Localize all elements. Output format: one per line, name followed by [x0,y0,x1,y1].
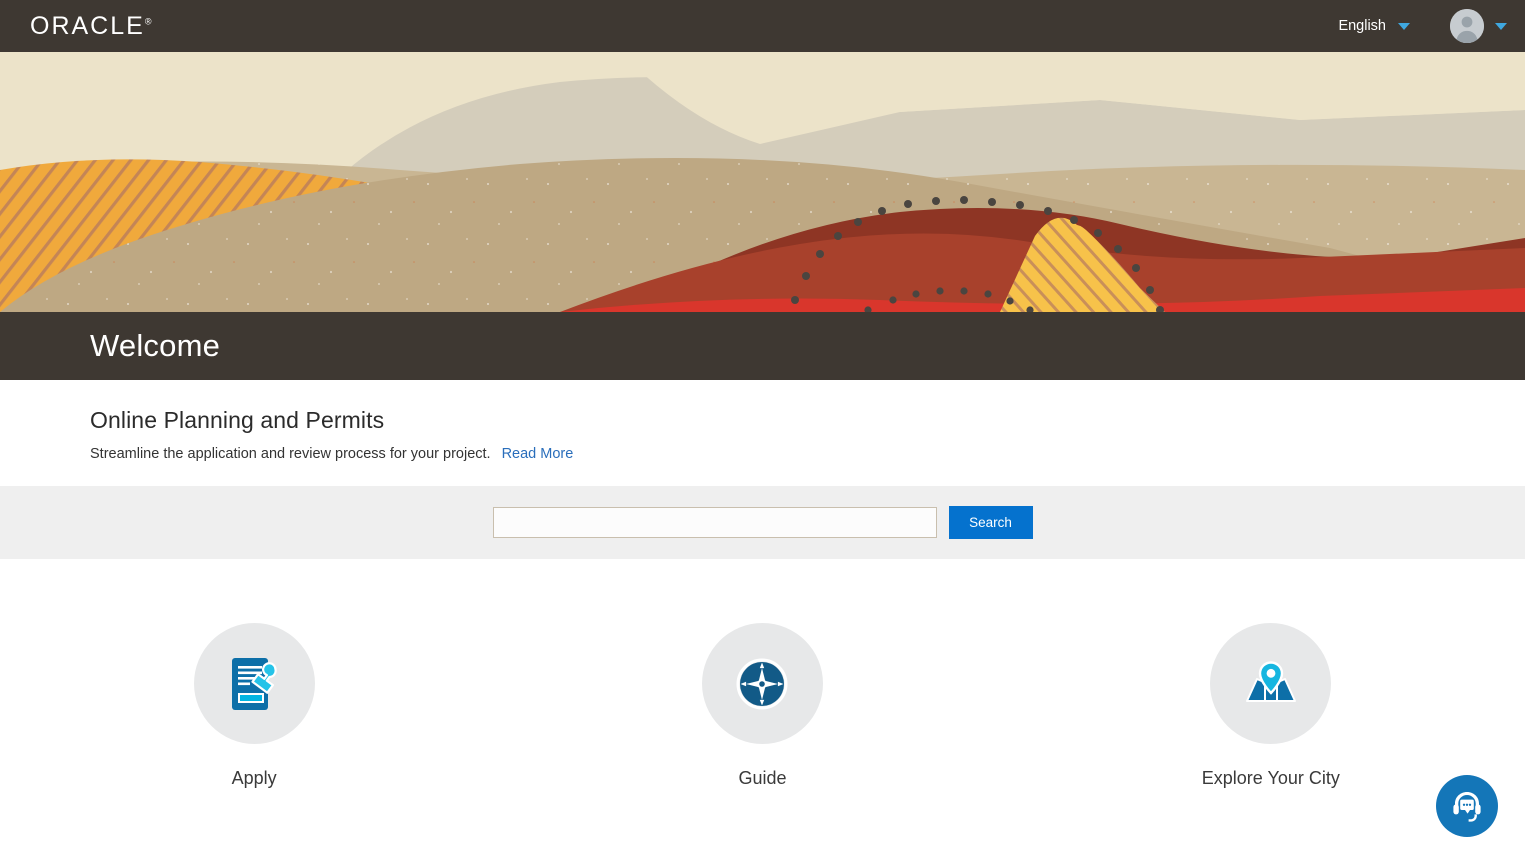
quick-action-tiles: Apply Guide Explore Your City [0,559,1525,789]
intro-description-row: Streamline the application and review pr… [90,446,1525,462]
welcome-bar: Welcome [0,312,1525,380]
intro-description: Streamline the application and review pr… [90,446,491,462]
page-title: Welcome [90,328,221,363]
tile-guide[interactable]: Guide [508,623,1016,789]
language-selector[interactable]: English [1338,18,1416,34]
compass-icon [736,658,788,709]
document-stamp-icon [232,657,277,710]
chevron-down-icon [1398,22,1410,30]
map-pin-icon [1245,660,1296,702]
top-header: ORACLE® English [0,0,1525,52]
tile-label: Apply [231,768,277,788]
avatar [1450,9,1484,44]
headset-chat-icon [1453,792,1481,822]
intro-section: Online Planning and Permits Streamline t… [0,380,1525,486]
language-label: English [1338,18,1386,34]
search-button[interactable]: Search [948,506,1033,539]
tile-label: Guide [738,768,787,788]
registered-mark: ® [144,16,152,27]
oracle-wordmark: ORACLE [30,11,145,40]
tile-icon-circle [1210,623,1332,744]
search-section: Search [0,486,1525,559]
read-more-link[interactable]: Read More [502,446,574,462]
search-input[interactable] [492,507,937,538]
user-menu[interactable] [1450,9,1507,44]
hero-banner [0,52,1525,312]
oracle-logo[interactable]: ORACLE® [30,11,152,40]
tile-apply[interactable]: Apply [0,623,508,789]
banner-illustration [0,52,1525,312]
tile-explore-your-city[interactable]: Explore Your City [1017,623,1525,789]
intro-heading: Online Planning and Permits [90,407,385,433]
chevron-down-icon [1495,22,1507,30]
tile-icon-circle [701,623,823,744]
tile-icon-circle [193,623,315,744]
header-right-controls: English [1338,9,1507,44]
tile-label: Explore Your City [1201,768,1340,788]
chat-support-button[interactable] [1436,775,1498,837]
